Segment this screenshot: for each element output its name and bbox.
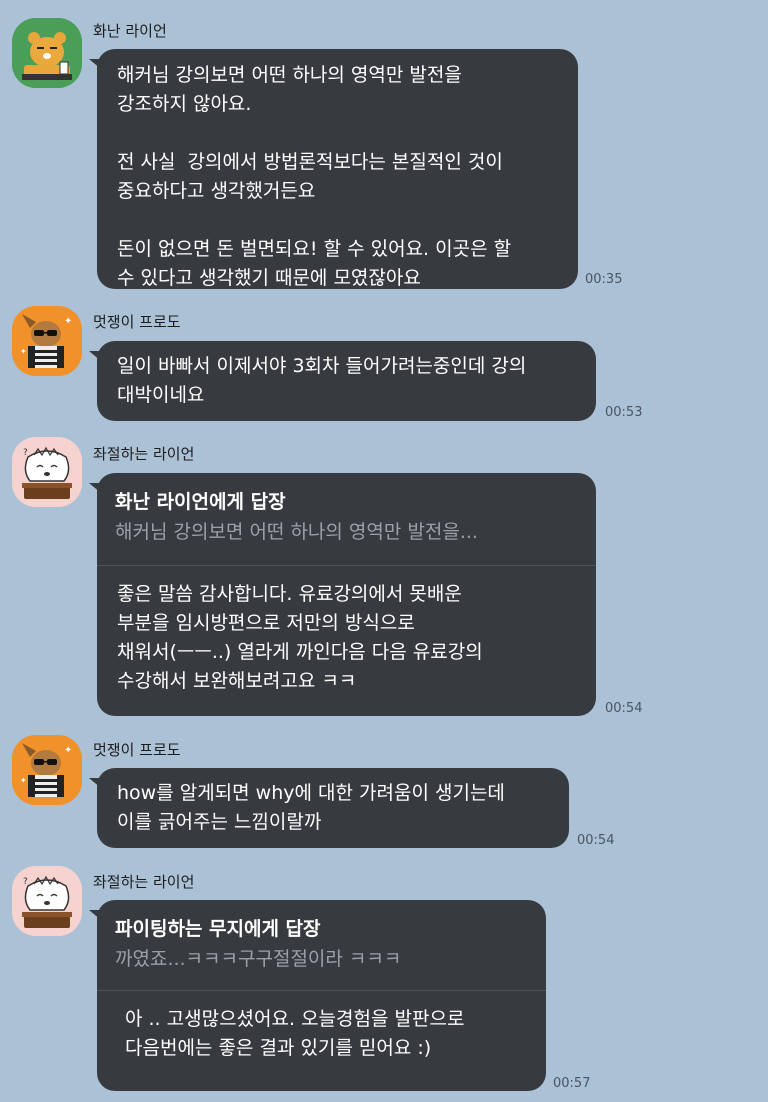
sender-name: 멋쟁이 프로도: [93, 313, 181, 331]
svg-text:✦: ✦: [20, 347, 27, 356]
timestamp: 00:35: [585, 272, 623, 287]
svg-text:✦: ✦: [64, 745, 72, 756]
reply-bubble[interactable]: 파이팅하는 무지에게 답장 까였죠...ㅋㅋㅋ구구절절이라 ㅋㅋㅋ 아 .. 고…: [89, 900, 546, 1091]
reply-title: 파이팅하는 무지에게 답장: [115, 918, 321, 940]
bubble-tail: [89, 910, 101, 920]
bubble-tail: [89, 483, 101, 493]
sender-name: 멋쟁이 프로도: [93, 741, 181, 759]
reply-title: 화난 라이언에게 답장: [115, 491, 286, 513]
sender-name: 좌절하는 라이언: [93, 873, 195, 891]
message-text: 아 .. 고생많으셨어요. 오늘경험을 발판으로 다음번에는 좋은 결과 있기를…: [125, 1008, 465, 1059]
ryan-angry-icon: [12, 18, 82, 88]
timestamp: 00:54: [577, 833, 615, 848]
message-bubble[interactable]: 일이 바빠서 이제서야 3회차 들어가려는중인데 강의 대박이네요: [89, 341, 596, 421]
timestamp: 00:53: [605, 405, 643, 420]
avatar[interactable]: ✦ ✦: [12, 306, 82, 376]
reply-quote: 해커님 강의보면 어떤 하나의 영역만 발전을...: [115, 521, 478, 543]
bubble-tail: [89, 59, 101, 69]
sender-name: 화난 라이언: [93, 22, 167, 40]
timestamp: 00:54: [605, 701, 643, 716]
timestamp: 00:57: [553, 1076, 591, 1091]
message-bubble[interactable]: 해커님 강의보면 어떤 하나의 영역만 발전을 강조하지 않아요. 전 사실 강…: [89, 49, 578, 289]
svg-text:?: ?: [23, 448, 28, 458]
reply-header[interactable]: 화난 라이언에게 답장 해커님 강의보면 어떤 하나의 영역만 발전을...: [97, 473, 596, 547]
ryan-frustrated-icon: ?: [12, 866, 82, 936]
reply-bubble[interactable]: 화난 라이언에게 답장 해커님 강의보면 어떤 하나의 영역만 발전을... 좋…: [89, 473, 596, 716]
avatar[interactable]: [12, 18, 82, 88]
avatar[interactable]: ?: [12, 437, 82, 507]
avatar[interactable]: ✦ ✦: [12, 735, 82, 805]
sender-name: 좌절하는 라이언: [93, 445, 195, 463]
frodo-sunglasses-icon: ✦ ✦: [12, 735, 82, 805]
bubble-tail: [89, 778, 101, 788]
bubble-tail: [89, 351, 101, 361]
svg-text:?: ?: [23, 877, 28, 887]
message-bubble[interactable]: how를 알게되면 why에 대한 가려움이 생기는데 이를 긁어주는 느낌이랄…: [89, 768, 569, 848]
ryan-frustrated-icon: ?: [12, 437, 82, 507]
reply-quote: 까였죠...ㅋㅋㅋ구구절절이라 ㅋㅋㅋ: [115, 948, 402, 970]
svg-text:✦: ✦: [64, 316, 72, 327]
message-text: 해커님 강의보면 어떤 하나의 영역만 발전을 강조하지 않아요. 전 사실 강…: [117, 64, 512, 289]
reply-header[interactable]: 파이팅하는 무지에게 답장 까였죠...ㅋㅋㅋ구구절절이라 ㅋㅋㅋ: [97, 900, 546, 974]
frodo-sunglasses-icon: ✦ ✦: [12, 306, 82, 376]
message-text: how를 알게되면 why에 대한 가려움이 생기는데 이를 긁어주는 느낌이랄…: [117, 782, 505, 833]
svg-text:✦: ✦: [20, 776, 27, 785]
message-text: 일이 바빠서 이제서야 3회차 들어가려는중인데 강의 대박이네요: [117, 355, 527, 406]
avatar[interactable]: ?: [12, 866, 82, 936]
message-text: 좋은 말씀 감사합니다. 유료강의에서 못배운 부분을 임시방편으로 저만의 방…: [117, 583, 483, 692]
